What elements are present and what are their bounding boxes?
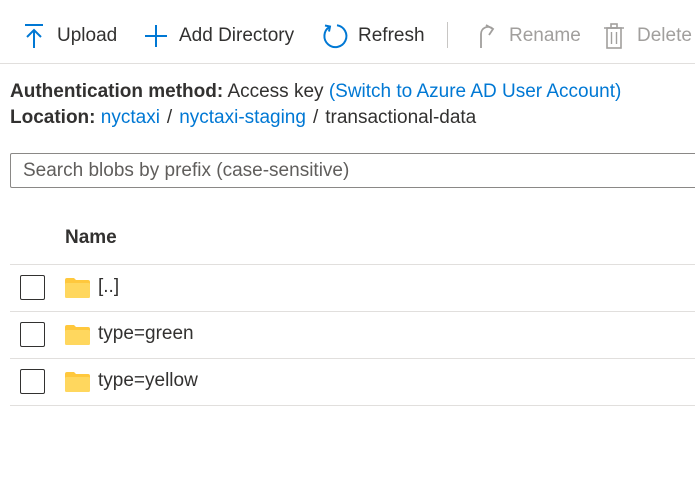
table-row[interactable]: type=green: [10, 312, 695, 359]
refresh-icon: [321, 21, 349, 51]
column-header-name[interactable]: Name: [65, 227, 117, 249]
auth-method-value: Access key: [227, 81, 324, 102]
breadcrumb: Location: nyctaxi / nyctaxi-staging / transa…: [10, 107, 476, 129]
upload-button[interactable]: Upload: [20, 17, 117, 55]
upload-icon: [20, 21, 48, 51]
folder-icon: [65, 325, 90, 345]
row-checkbox[interactable]: [20, 322, 45, 347]
refresh-label: Refresh: [358, 25, 425, 46]
toolbar: Upload Add Directory Refresh Rename Dele…: [0, 0, 695, 64]
authentication-info: Authentication method: Access key (Switc…: [10, 81, 621, 103]
table-row[interactable]: [..]: [10, 265, 695, 312]
breadcrumb-item-container[interactable]: nyctaxi-staging: [179, 107, 306, 128]
folder-icon: [65, 372, 90, 392]
delete-label: Delete: [637, 25, 692, 46]
breadcrumb-separator: /: [166, 107, 173, 128]
add-directory-button[interactable]: Add Directory: [142, 17, 294, 55]
row-name[interactable]: type=green: [98, 323, 194, 345]
plus-icon: [142, 21, 170, 51]
blob-list: Name [..] type=green type=yellow: [10, 218, 695, 406]
row-name[interactable]: type=yellow: [98, 370, 198, 392]
toolbar-divider: [447, 22, 448, 48]
delete-button[interactable]: Delete: [600, 17, 692, 55]
rename-icon: [472, 21, 500, 51]
breadcrumb-item-current: transactional-data: [325, 107, 477, 128]
auth-method-label: Authentication method:: [10, 81, 224, 102]
folder-icon: [65, 278, 90, 298]
refresh-button[interactable]: Refresh: [321, 17, 425, 55]
row-checkbox[interactable]: [20, 369, 45, 394]
table-header: Name: [10, 218, 695, 265]
table-row[interactable]: type=yellow: [10, 359, 695, 406]
storage-explorer-pane: Upload Add Directory Refresh Rename Dele…: [0, 0, 695, 479]
rename-button[interactable]: Rename: [472, 17, 581, 55]
trash-icon: [600, 21, 628, 51]
row-name[interactable]: [..]: [98, 276, 119, 298]
breadcrumb-item-account[interactable]: nyctaxi: [101, 107, 160, 128]
upload-label: Upload: [57, 25, 118, 46]
search-input[interactable]: [10, 153, 695, 188]
add-directory-label: Add Directory: [179, 25, 295, 46]
breadcrumb-separator: /: [312, 107, 319, 128]
location-label: Location:: [10, 107, 96, 128]
switch-auth-link[interactable]: (Switch to Azure AD User Account): [329, 81, 622, 102]
rename-label: Rename: [509, 25, 581, 46]
row-checkbox[interactable]: [20, 275, 45, 300]
